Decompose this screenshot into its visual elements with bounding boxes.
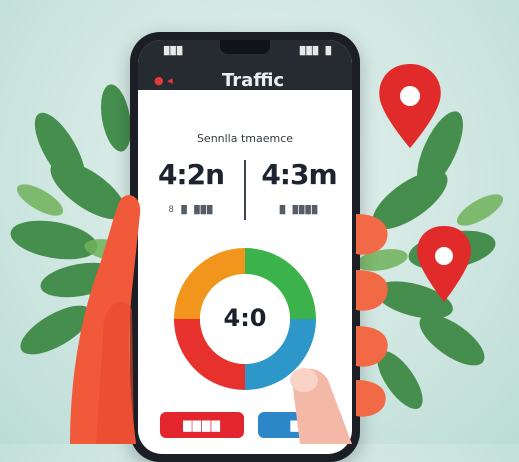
hand-illustration	[70, 195, 388, 444]
scene: ▇▇▇ ▇▇▇ ▇ ● ◂ Traffic Sennlla tmaemce 4:…	[0, 0, 519, 462]
